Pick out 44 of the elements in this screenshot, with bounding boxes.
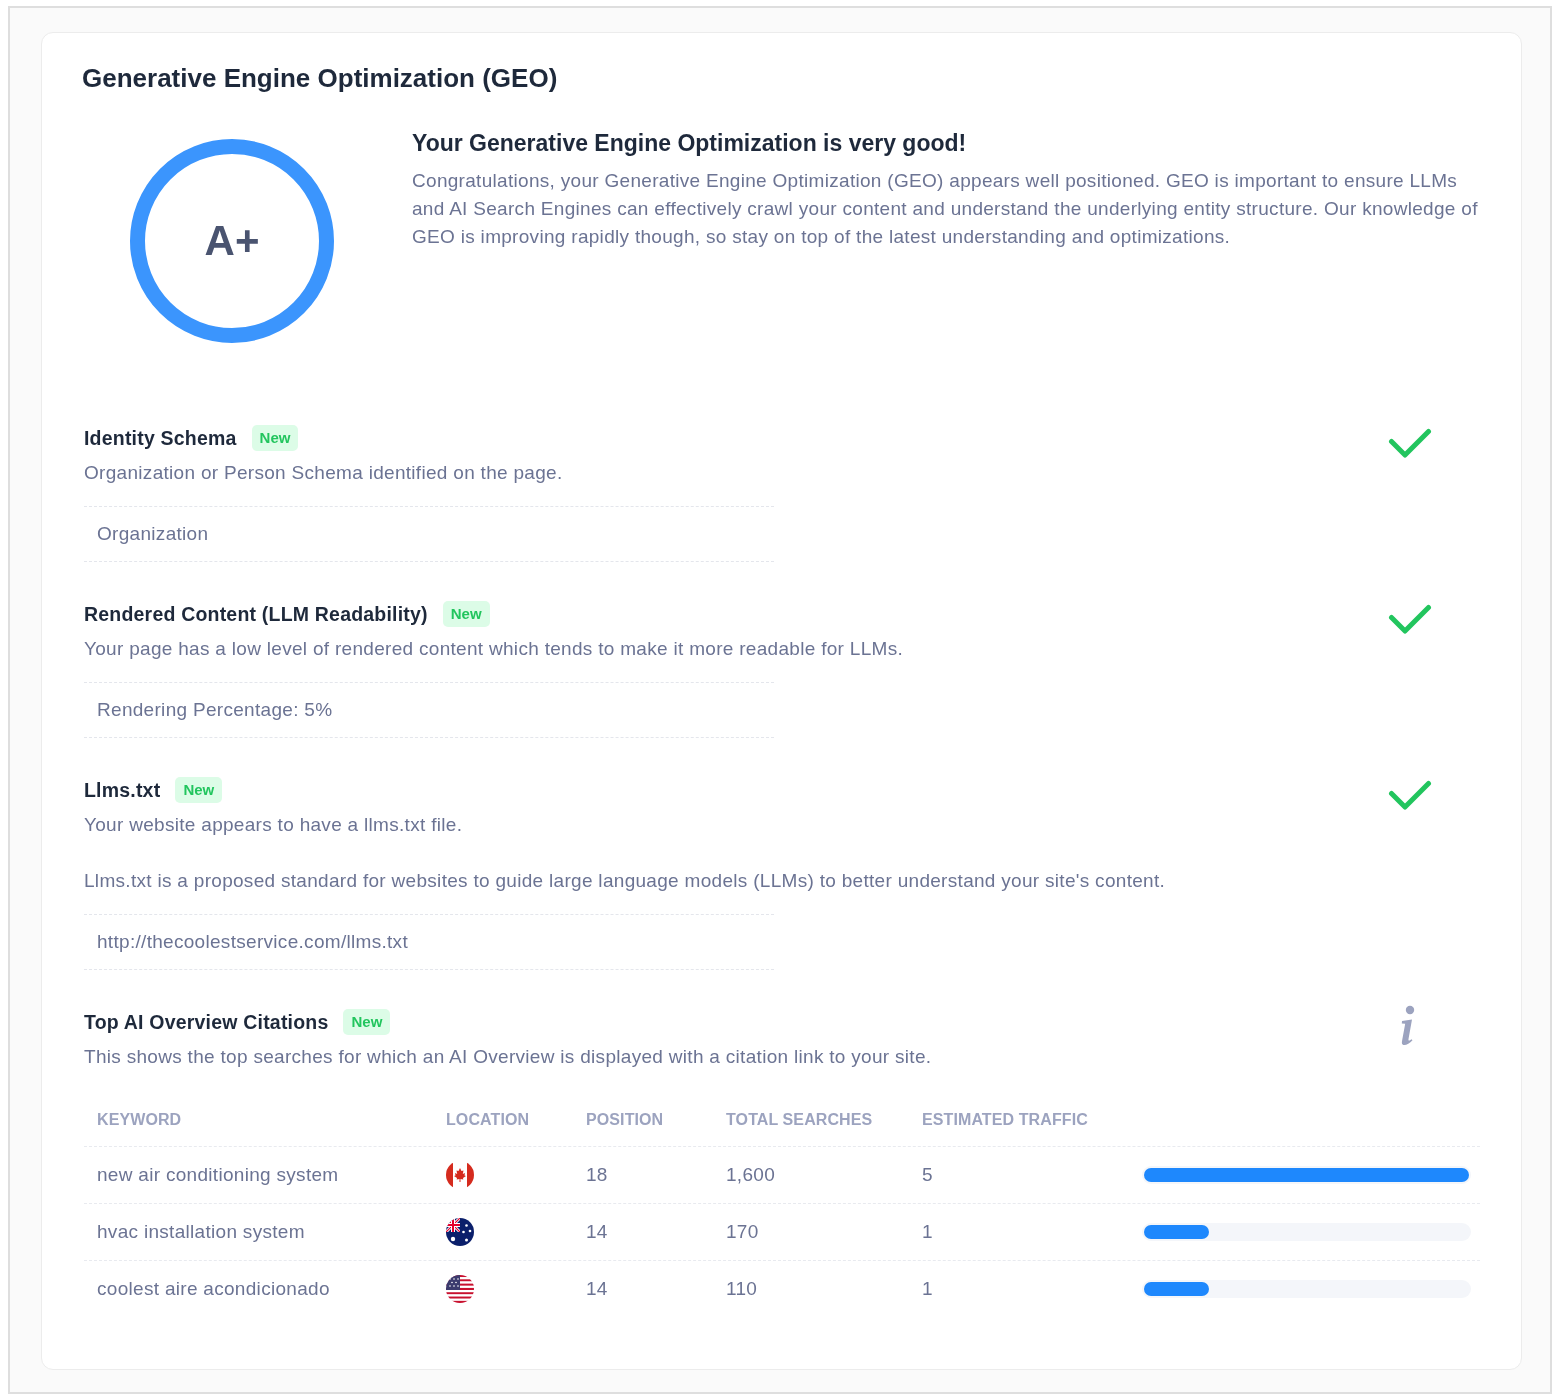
- new-badge: New: [442, 601, 490, 627]
- card-title: Generative Engine Optimization (GEO): [82, 62, 558, 95]
- section-description: Your website appears to have a llms.txt file.: [84, 813, 463, 837]
- new-badge: New: [175, 777, 223, 803]
- keyword-cell: coolest aire acondicionado: [97, 1278, 330, 1300]
- total-searches-cell: 110: [726, 1278, 758, 1300]
- new-badge: New: [251, 425, 299, 451]
- column-header: LOCATION: [446, 1110, 530, 1129]
- check-icon: [1388, 428, 1432, 458]
- australia-flag-icon: [446, 1218, 474, 1246]
- detail-value: http://thecoolestservice.com/llms.txt: [84, 914, 774, 970]
- section-description: Llms.txt is a proposed standard for websites to guide large language models (LLMs) to better understand your site's content.: [84, 869, 1166, 893]
- section-title: Identity Schema: [84, 426, 237, 451]
- position-cell: 14: [586, 1221, 608, 1243]
- detail-value: Rendering Percentage: 5%: [84, 682, 774, 738]
- estimated-traffic-cell: 1: [922, 1221, 933, 1243]
- keyword-cell: hvac installation system: [97, 1221, 305, 1243]
- column-header: TOTAL SEARCHES: [726, 1110, 873, 1129]
- section-description: This shows the top searches for which an AI Overview is displayed with a citation link to your site.: [84, 1045, 932, 1069]
- grade-ring: A+: [130, 139, 334, 343]
- canada-flag-icon: [446, 1161, 474, 1189]
- position-cell: 14: [586, 1278, 608, 1300]
- estimated-traffic-cell: 1: [922, 1278, 933, 1300]
- detail-value: Organization: [84, 506, 774, 562]
- section-title: Llms.txt: [84, 778, 161, 803]
- estimated-traffic-cell: 5: [922, 1164, 933, 1186]
- check-icon: [1388, 780, 1432, 810]
- summary-text: Congratulations, your Generative Engine Optimization (GEO) appears well positioned. GEO is important to ensure LLMs and AI Search Engines can effectively crawl your content and understand the underlying entity structure. Our knowledge of GEO is improving rapidly though, so stay on top of the latest understanding and optimizations.: [412, 169, 1479, 249]
- position-cell: 18: [586, 1164, 608, 1186]
- check-icon: [1388, 604, 1432, 634]
- section-title: Top AI Overview Citations: [84, 1010, 329, 1035]
- info-icon: [1399, 1005, 1417, 1047]
- usa-flag-icon: [446, 1275, 474, 1303]
- section-description: Your page has a low level of rendered content which tends to make it more readable for LLMs.: [84, 637, 904, 661]
- section-title: Rendered Content (LLM Readability): [84, 602, 428, 627]
- column-header: POSITION: [586, 1110, 664, 1129]
- section-description: Organization or Person Schema identified on the page.: [84, 461, 563, 485]
- total-searches-cell: 170: [726, 1221, 759, 1243]
- total-searches-cell: 1,600: [726, 1164, 776, 1186]
- keyword-cell: new air conditioning system: [97, 1164, 339, 1186]
- new-badge: New: [343, 1009, 391, 1035]
- column-header: KEYWORD: [97, 1110, 182, 1129]
- column-header: ESTIMATED TRAFFIC: [922, 1110, 1088, 1129]
- summary-heading: Your Generative Engine Optimization is very good!: [412, 129, 967, 158]
